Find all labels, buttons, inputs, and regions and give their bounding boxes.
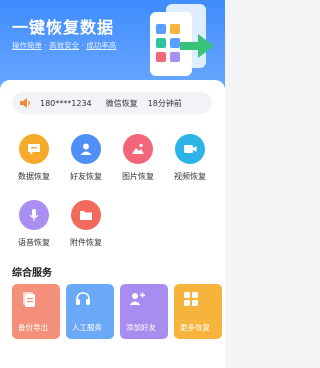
speaker-icon	[20, 98, 30, 108]
microphone-icon	[29, 209, 39, 221]
hero-banner: 一键恢复数据 操作简单 · 高效安全 · 成功率高	[0, 0, 225, 92]
folder-icon	[80, 211, 92, 220]
feature-label: 视频恢复	[174, 172, 206, 181]
image-icon	[132, 143, 144, 154]
feature-video-recovery[interactable]: 视频恢复	[168, 134, 212, 182]
hero-subtitle-part-1: 操作简单	[12, 41, 42, 50]
feature-label: 附件恢复	[70, 238, 102, 247]
service-human-support[interactable]: 人工服务	[66, 284, 114, 339]
service-label: 人工服务	[72, 323, 102, 332]
feature-data-recovery[interactable]: 数据恢复	[12, 134, 56, 182]
contact-icon	[80, 143, 92, 155]
grid-icon	[184, 292, 198, 306]
document-icon	[23, 292, 35, 307]
service-label: 添加好友	[126, 323, 156, 332]
feature-friend-recovery[interactable]: 好友恢复	[64, 134, 108, 182]
phone-restore-illustration	[150, 4, 214, 76]
service-more-recovery[interactable]: 更多恢复	[174, 284, 222, 339]
feature-label: 好友恢复	[70, 172, 102, 181]
main-card: 180****1234 微信恢复 18分钟前 数据恢复 好友恢复 图片恢复 视频…	[0, 80, 225, 368]
service-label: 更多恢复	[180, 323, 210, 332]
hero-subtitle-part-2: 高效安全	[49, 41, 80, 50]
chat-bubble-icon	[28, 144, 40, 155]
feature-icon-bg	[123, 134, 153, 164]
feature-icon-bg	[71, 134, 101, 164]
notice-time: 18分钟前	[147, 98, 182, 108]
feature-icon-bg	[19, 200, 49, 230]
feature-voice-recovery[interactable]: 语音恢复	[12, 200, 56, 248]
feature-label: 数据恢复	[18, 172, 50, 181]
service-backup-export[interactable]: 备份导出	[12, 284, 60, 339]
notice-action: 微信恢复	[105, 98, 138, 108]
service-label: 备份导出	[18, 323, 48, 332]
add-user-icon	[129, 292, 145, 305]
recent-activity-notice: 180****1234 微信恢复 18分钟前	[12, 92, 212, 114]
headset-icon	[76, 292, 90, 305]
feature-attachment-recovery[interactable]: 附件恢复	[64, 200, 108, 248]
feature-label: 语音恢复	[18, 238, 50, 247]
feature-label: 图片恢复	[122, 172, 154, 181]
notice-phone: 180****1234	[40, 98, 92, 108]
service-add-friend[interactable]: 添加好友	[120, 284, 168, 339]
services-section-title: 综合服务	[12, 268, 52, 279]
feature-icon-bg	[19, 134, 49, 164]
feature-icon-bg	[71, 200, 101, 230]
hero-title: 一键恢复数据	[12, 18, 115, 37]
hero-subtitle-part-3: 成功率高	[86, 41, 117, 50]
hero-subtitle: 操作简单 · 高效安全 · 成功率高	[12, 40, 116, 51]
feature-image-recovery[interactable]: 图片恢复	[116, 134, 160, 182]
feature-icon-bg	[175, 134, 205, 164]
video-icon	[184, 145, 197, 153]
